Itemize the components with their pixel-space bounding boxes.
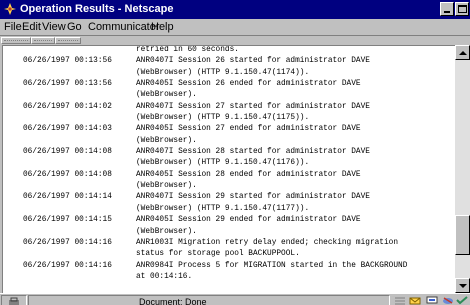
- log-row: (WebBrowser).: [3, 136, 455, 147]
- log-message: (WebBrowser).: [136, 182, 197, 191]
- menu-bar: File Edit View Go Communicator Help: [0, 19, 470, 35]
- log-timestamp: 06/26/1997 00:14:02: [23, 102, 112, 111]
- minimize-button[interactable]: [440, 2, 454, 16]
- menu-go[interactable]: Go: [67, 21, 82, 33]
- log-row: (WebBrowser).: [3, 227, 455, 238]
- maximize-button[interactable]: [455, 2, 469, 16]
- discussion-icon[interactable]: [426, 296, 438, 305]
- security-indicator[interactable]: [1, 295, 27, 305]
- window-title: Operation Results - Netscape: [20, 3, 174, 15]
- menu-help[interactable]: Help: [151, 21, 174, 33]
- log-timestamp: 06/26/1997 00:13:56: [23, 57, 112, 66]
- arrow-down-icon: [459, 284, 467, 288]
- arrow-up-icon: [459, 51, 467, 55]
- security-lock-icon: [9, 297, 19, 305]
- status-bar: Document: Done: [0, 293, 470, 305]
- menu-communicator[interactable]: Communicator: [88, 21, 160, 33]
- log-row: retried in 60 seconds.: [3, 46, 455, 56]
- log-row: 06/26/1997 00:14:14 ANR0407I Session 29 s…: [3, 192, 455, 203]
- operation-log: retried in 60 seconds. 06/26/1997 00:13:5…: [3, 46, 455, 283]
- security-check-icon[interactable]: [456, 296, 468, 305]
- composer-icon[interactable]: [442, 296, 454, 305]
- log-row: (WebBrowser) (HTTP 9.1.150.47(1176)).: [3, 158, 455, 169]
- log-timestamp: 06/26/1997 00:14:08: [23, 148, 112, 157]
- scrollbar-thumb[interactable]: [455, 215, 470, 255]
- log-message: (WebBrowser).: [136, 136, 197, 145]
- log-row: (WebBrowser).: [3, 181, 455, 192]
- log-message: (WebBrowser) (HTTP 9.1.150.47(1175)).: [136, 114, 310, 123]
- log-row: (WebBrowser) (HTTP 9.1.150.47(1175)).: [3, 113, 455, 124]
- log-row: at 00:14:16.: [3, 272, 455, 283]
- log-row: 06/26/1997 00:14:15 ANR0405I Session 29 e…: [3, 215, 455, 226]
- log-row: 06/26/1997 00:14:03 ANR0405I Session 27 e…: [3, 124, 455, 135]
- log-message: ANR0405I Session 29 ended for administra…: [136, 216, 361, 225]
- log-timestamp: 06/26/1997 00:14:15: [23, 216, 112, 225]
- component-bar: [392, 295, 470, 305]
- log-row: (WebBrowser).: [3, 90, 455, 101]
- log-message: ANR0407I Session 28 started for administ…: [136, 148, 370, 157]
- log-row: (WebBrowser) (HTTP 9.1.150.47(1174)).: [3, 68, 455, 79]
- log-message: ANR0407I Session 26 started for administ…: [136, 57, 370, 66]
- log-row: 06/26/1997 00:14:08 ANR0407I Session 28 s…: [3, 147, 455, 158]
- log-message: (WebBrowser).: [136, 227, 197, 236]
- netscape-icon: [3, 2, 17, 16]
- log-message: (WebBrowser) (HTTP 9.1.150.47(1177)).: [136, 204, 310, 213]
- collapsed-toolbars: [0, 35, 470, 45]
- log-row: 06/26/1997 00:14:02 ANR0407I Session 27 s…: [3, 102, 455, 113]
- component-bar-icon[interactable]: [394, 296, 406, 305]
- status-text: Document: Done: [139, 297, 207, 305]
- scroll-down-button[interactable]: [455, 278, 470, 293]
- log-row: 06/26/1997 00:14:08 ANR0405I Session 28 e…: [3, 170, 455, 181]
- menu-file[interactable]: File: [4, 21, 22, 33]
- log-message: (WebBrowser) (HTTP 9.1.150.47(1176)).: [136, 159, 310, 168]
- log-timestamp: 06/26/1997 00:14:14: [23, 193, 112, 202]
- log-message: (WebBrowser).: [136, 91, 197, 100]
- log-timestamp: 06/26/1997 00:14:16: [23, 261, 112, 270]
- mail-icon[interactable]: [409, 296, 421, 305]
- log-row: 06/26/1997 00:14:16 ANR0984I Process 5 fo…: [3, 261, 455, 272]
- collapsed-navigation-toolbar[interactable]: [1, 37, 31, 44]
- log-row: 06/26/1997 00:13:56 ANR0407I Session 26 s…: [3, 56, 455, 67]
- menu-edit[interactable]: Edit: [22, 21, 41, 33]
- log-timestamp: 06/26/1997 00:14:08: [23, 170, 112, 179]
- log-message: ANR0407I Session 27 started for administ…: [136, 102, 370, 111]
- log-message: at 00:14:16.: [136, 272, 193, 281]
- log-message: status for storage pool BACKUPPOOL.: [136, 250, 300, 259]
- collapsed-location-toolbar[interactable]: [31, 37, 55, 44]
- status-message-area: Document: Done: [28, 295, 390, 305]
- log-row: 06/26/1997 00:13:56 ANR0405I Session 26 e…: [3, 79, 455, 90]
- log-row: status for storage pool BACKUPPOOL.: [3, 249, 455, 260]
- log-message: (WebBrowser) (HTTP 9.1.150.47(1174)).: [136, 68, 310, 77]
- log-message: retried in 60 seconds.: [136, 46, 239, 54]
- log-row: (WebBrowser) (HTTP 9.1.150.47(1177)).: [3, 204, 455, 215]
- log-message: ANR1003I Migration retry delay ended; ch…: [136, 238, 399, 247]
- page-content: retried in 60 seconds. 06/26/1997 00:13:5…: [2, 45, 455, 293]
- menu-view[interactable]: View: [42, 21, 66, 33]
- log-timestamp: 06/26/1997 00:14:16: [23, 238, 112, 247]
- log-timestamp: 06/26/1997 00:13:56: [23, 80, 112, 89]
- log-message: ANR0407I Session 29 started for administ…: [136, 193, 370, 202]
- log-message: ANR0984I Process 5 for MIGRATION started…: [136, 261, 408, 270]
- scroll-up-button[interactable]: [455, 45, 470, 60]
- log-message: ANR0405I Session 26 ended for administra…: [136, 80, 361, 89]
- title-bar[interactable]: Operation Results - Netscape: [0, 0, 470, 19]
- log-message: ANR0405I Session 27 ended for administra…: [136, 125, 361, 134]
- log-timestamp: 06/26/1997 00:14:03: [23, 125, 112, 134]
- log-row: 06/26/1997 00:14:16 ANR1003I Migration re…: [3, 238, 455, 249]
- collapsed-personal-toolbar[interactable]: [55, 37, 81, 44]
- vertical-scrollbar[interactable]: [455, 45, 470, 293]
- log-message: ANR0405I Session 28 ended for administra…: [136, 170, 361, 179]
